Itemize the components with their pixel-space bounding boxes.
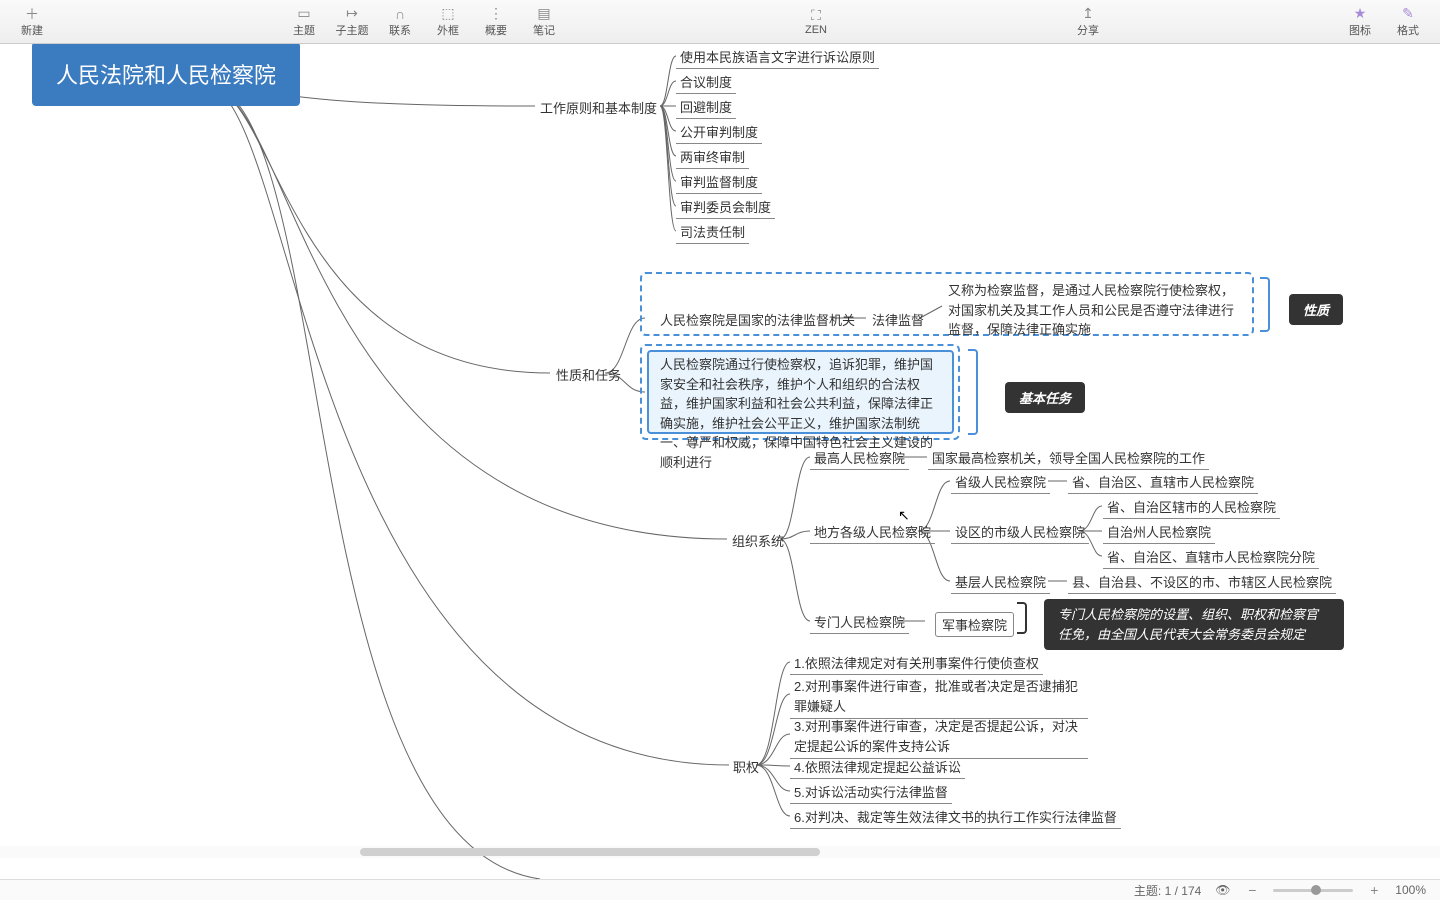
- node-power2[interactable]: 2.对刑事案件进行审查，批准或者决定是否逮捕犯罪嫌疑人: [790, 677, 1088, 719]
- expand-icon: ⛶: [806, 8, 826, 24]
- topic-button[interactable]: ▭ 主题: [280, 6, 328, 38]
- subtopic-button[interactable]: ↦ 子主题: [328, 6, 376, 38]
- node-supreme-proc[interactable]: 最高人民检察院: [810, 448, 909, 470]
- horizontal-scrollbar[interactable]: [0, 846, 1440, 858]
- star-icon: ★: [1350, 6, 1370, 22]
- mindmap-canvas[interactable]: 人民法院和人民检察院 工作原则和基本制度 使用本民族语言文字进行诉讼原则 合议制…: [0, 44, 1440, 879]
- mouse-cursor: ↖: [898, 507, 910, 524]
- node-auto-prefecture-proc[interactable]: 自治州人民检察院: [1103, 522, 1215, 544]
- scrollbar-thumb[interactable]: [360, 848, 820, 856]
- share-button[interactable]: ↥ 分享: [1064, 6, 1112, 38]
- stickers-label: 图标: [1349, 22, 1371, 38]
- callout-basic-tasks[interactable]: 基本任务: [1005, 382, 1085, 413]
- boundary-button[interactable]: ⬚ 外框: [424, 6, 472, 38]
- node-p5[interactable]: 两审终审制: [676, 147, 749, 169]
- node-power3[interactable]: 3.对刑事案件进行审查，决定是否提起公诉，对决定提起公诉的案件支持公诉: [790, 717, 1088, 759]
- node-p2[interactable]: 合议制度: [676, 72, 736, 94]
- node-org-system[interactable]: 组织系统: [728, 531, 788, 550]
- root-topic[interactable]: 人民法院和人民检察院: [32, 44, 300, 106]
- node-nature-tasks[interactable]: 性质和任务: [552, 365, 625, 384]
- status-bar: 主题: 1 / 174 👁 − + 100%: [0, 879, 1440, 900]
- node-p7[interactable]: 审判委员会制度: [676, 197, 775, 219]
- node-provincial-proc[interactable]: 省级人民检察院: [951, 472, 1050, 494]
- eye-icon[interactable]: 👁: [1215, 883, 1231, 897]
- new-button[interactable]: ＋ 新建: [8, 6, 56, 38]
- node-basic-proc[interactable]: 基层人民检察院: [951, 572, 1050, 594]
- node-procuratorate[interactable]: 人民检察院是国家的法律监督机关: [656, 310, 859, 329]
- format-button[interactable]: ✎ 格式: [1384, 6, 1432, 38]
- zoom-slider[interactable]: [1273, 889, 1353, 892]
- bracket-special: [1017, 602, 1027, 634]
- stickers-button[interactable]: ★ 图标: [1336, 6, 1384, 38]
- node-military-proc[interactable]: 军事检察院: [935, 612, 1014, 637]
- node-legal-supervision-desc[interactable]: 又称为检察监督，是通过人民检察院行使检察权，对国家机关及其工作人员和公民是否遵守…: [944, 281, 1242, 340]
- node-supreme-proc-desc[interactable]: 国家最高检察机关，领导全国人民检察院的工作: [928, 448, 1209, 470]
- relation-button[interactable]: ∩ 联系: [376, 6, 424, 38]
- zoom-level: 100%: [1395, 883, 1426, 897]
- node-local-proc[interactable]: 地方各级人民检察院: [810, 522, 935, 544]
- node-legal-supervision[interactable]: 法律监督: [868, 310, 928, 329]
- share-icon: ↥: [1078, 6, 1098, 22]
- node-p8[interactable]: 司法责任制: [676, 222, 749, 244]
- subtopic-icon: ↦: [342, 6, 362, 22]
- node-provincial-proc-desc[interactable]: 省、自治区、直辖市人民检察院: [1068, 472, 1258, 494]
- node-basic-proc-desc[interactable]: 县、自治县、不设区的市、市辖区人民检察院: [1068, 572, 1336, 594]
- brush-icon: ✎: [1398, 6, 1418, 22]
- summary-label: 概要: [485, 22, 507, 38]
- node-branch-proc[interactable]: 省、自治区、直辖市人民检察院分院: [1103, 547, 1319, 569]
- note-label: 笔记: [533, 22, 555, 38]
- node-p3[interactable]: 回避制度: [676, 97, 736, 119]
- node-power4[interactable]: 4.依照法律规定提起公益诉讼: [790, 757, 965, 779]
- plus-icon: ＋: [22, 6, 42, 22]
- callout-special-proc[interactable]: 专门人民检察院的设置、组织、职权和检察官任免，由全国人民代表大会常务委员会规定: [1044, 599, 1344, 650]
- share-label: 分享: [1077, 22, 1099, 38]
- relation-icon: ∩: [390, 6, 410, 22]
- subtopic-label: 子主题: [336, 22, 369, 38]
- format-label: 格式: [1397, 22, 1419, 38]
- topic-icon: ▭: [294, 6, 314, 22]
- boundary-label: 外框: [437, 22, 459, 38]
- note-button[interactable]: ▤ 笔记: [520, 6, 568, 38]
- zoom-out-button[interactable]: −: [1245, 882, 1259, 898]
- summary-button[interactable]: ⋮ 概要: [472, 6, 520, 38]
- node-work-principles[interactable]: 工作原则和基本制度: [536, 98, 661, 117]
- zen-button[interactable]: ⛶ ZEN: [792, 8, 840, 36]
- summary-icon: ⋮: [486, 6, 506, 22]
- callout-nature[interactable]: 性质: [1289, 294, 1343, 325]
- toolbar: ＋ 新建 ▭ 主题 ↦ 子主题 ∩ 联系 ⬚ 外框 ⋮ 概要 ▤ 笔记: [0, 0, 1440, 44]
- topic-count: 主题: 1 / 174: [1134, 882, 1201, 899]
- note-icon: ▤: [534, 6, 554, 22]
- node-power1[interactable]: 1.依照法律规定对有关刑事案件行使侦查权: [790, 653, 1043, 675]
- bracket-basic-tasks: [968, 349, 978, 435]
- node-region-city-proc[interactable]: 省、自治区辖市的人民检察院: [1103, 497, 1280, 519]
- bracket-nature: [1260, 277, 1270, 332]
- relation-label: 联系: [389, 22, 411, 38]
- node-p1[interactable]: 使用本民族语言文字进行诉讼原则: [676, 47, 879, 69]
- zen-label: ZEN: [805, 24, 827, 36]
- node-district-city-proc[interactable]: 设区的市级人民检察院: [951, 522, 1089, 544]
- node-p4[interactable]: 公开审判制度: [676, 122, 762, 144]
- node-powers[interactable]: 职权: [729, 757, 763, 776]
- node-p6[interactable]: 审判监督制度: [676, 172, 762, 194]
- zoom-in-button[interactable]: +: [1367, 882, 1381, 898]
- boundary-icon: ⬚: [438, 6, 458, 22]
- node-power5[interactable]: 5.对诉讼活动实行法律监督: [790, 782, 952, 804]
- zoom-handle[interactable]: [1311, 885, 1321, 895]
- node-special-proc[interactable]: 专门人民检察院: [810, 612, 909, 634]
- node-power6[interactable]: 6.对判决、裁定等生效法律文书的执行工作实行法律监督: [790, 807, 1121, 829]
- new-label: 新建: [21, 22, 43, 38]
- topic-label: 主题: [293, 22, 315, 38]
